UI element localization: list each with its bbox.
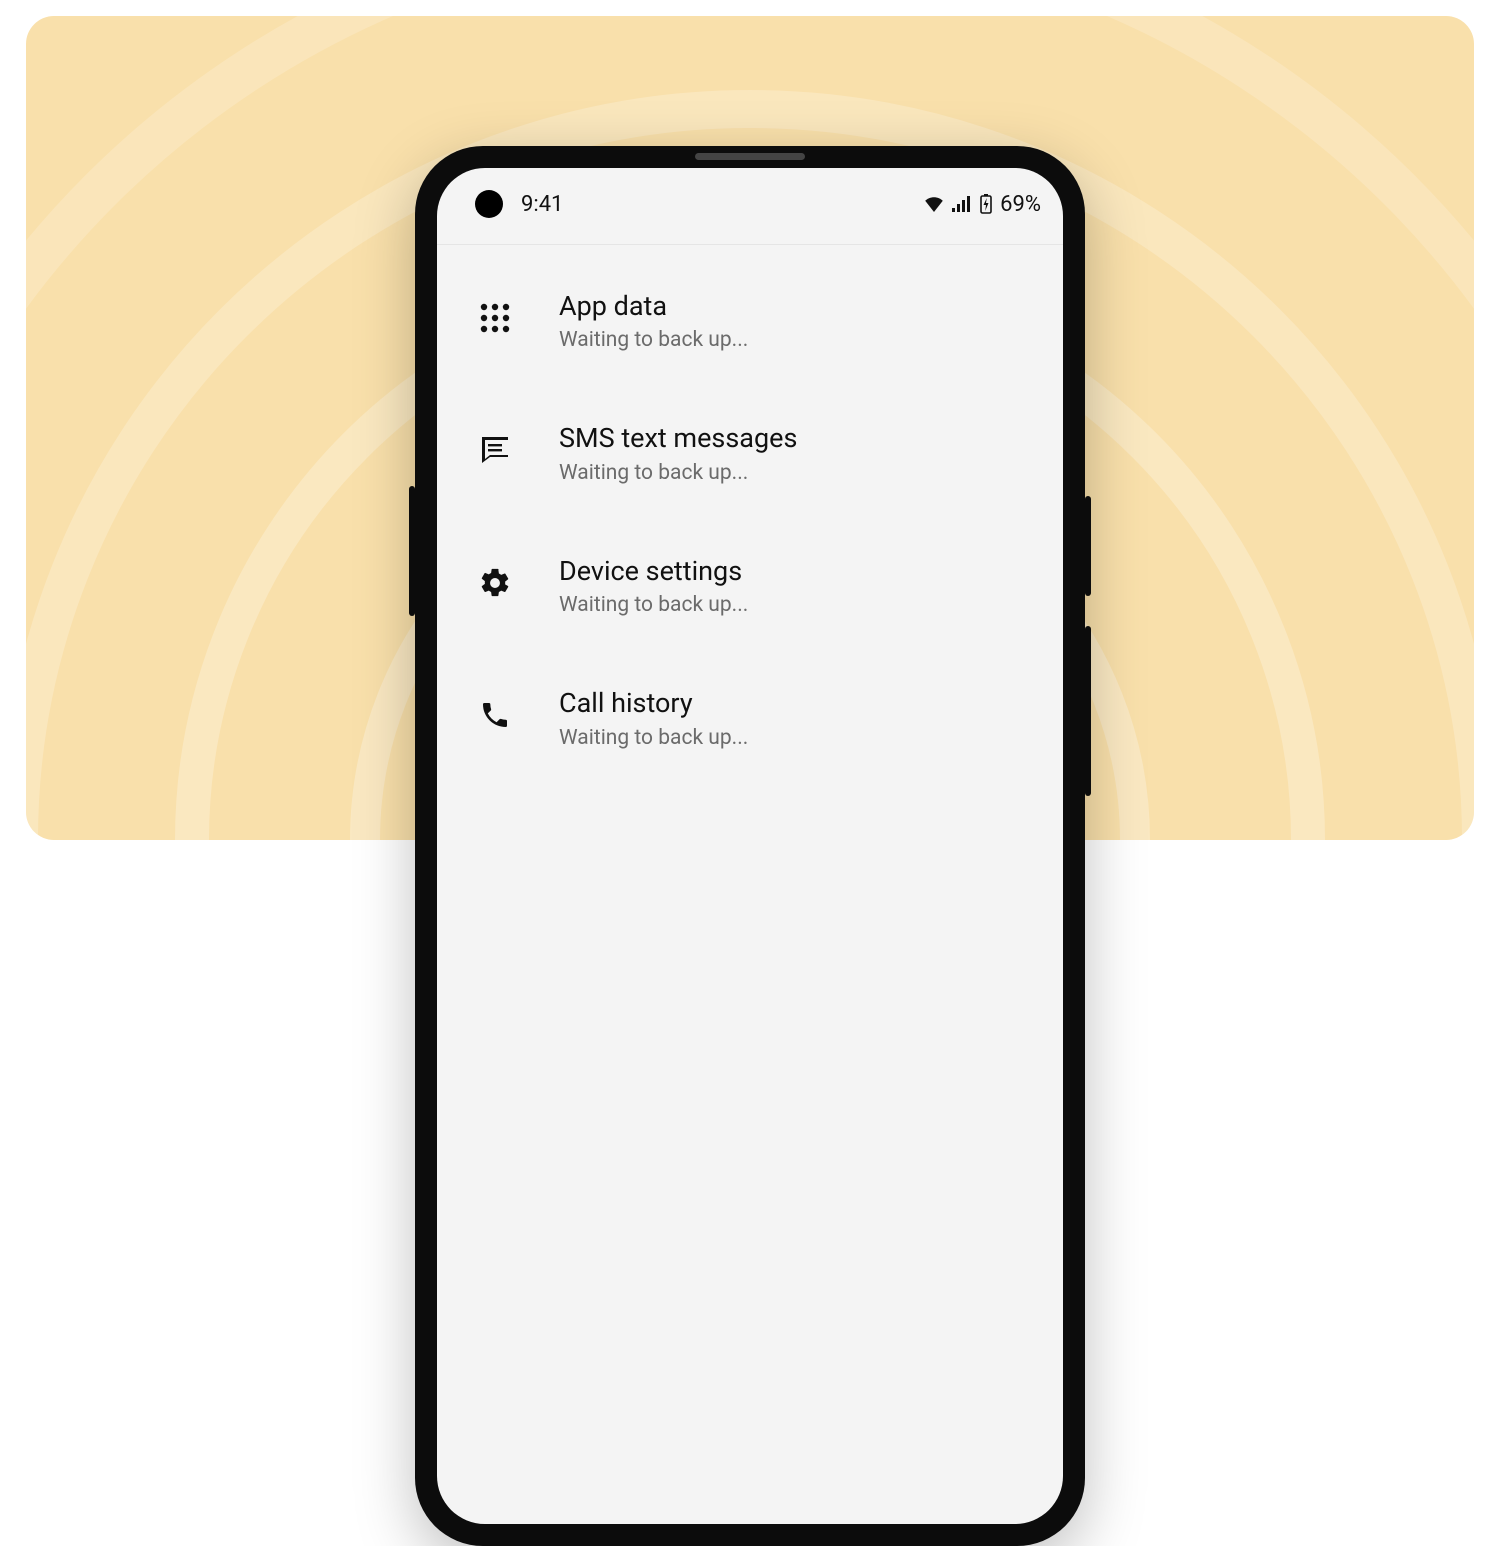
list-item-subtitle: Waiting to back up... bbox=[559, 461, 1029, 485]
list-item-call-history[interactable]: Call history Waiting to back up... bbox=[463, 665, 1037, 797]
phone-mockup: 9:41 bbox=[415, 146, 1085, 1546]
list-item-subtitle: Waiting to back up... bbox=[559, 328, 1029, 352]
apps-icon bbox=[471, 294, 519, 342]
battery-icon bbox=[980, 194, 992, 214]
backup-list: App data Waiting to back up... bbox=[437, 268, 1063, 798]
message-icon bbox=[471, 426, 519, 474]
phone-screen: 9:41 bbox=[437, 168, 1063, 1524]
list-item-title: SMS text messages bbox=[559, 422, 1029, 454]
status-time: 9:41 bbox=[521, 192, 563, 217]
list-item-title: Device settings bbox=[559, 555, 1029, 587]
front-camera bbox=[475, 190, 503, 218]
phone-icon bbox=[471, 691, 519, 739]
list-item-subtitle: Waiting to back up... bbox=[559, 726, 1029, 750]
phone-power-button bbox=[409, 486, 415, 616]
list-item-app-data[interactable]: App data Waiting to back up... bbox=[463, 268, 1037, 400]
list-item-subtitle: Waiting to back up... bbox=[559, 593, 1029, 617]
list-item-title: App data bbox=[559, 290, 1029, 322]
wifi-icon bbox=[924, 196, 944, 212]
list-item-device-settings[interactable]: Device settings Waiting to back up... bbox=[463, 533, 1037, 665]
header-divider bbox=[437, 244, 1063, 245]
cellular-signal-icon bbox=[952, 196, 972, 212]
list-item-sms[interactable]: SMS text messages Waiting to back up... bbox=[463, 400, 1037, 532]
status-bar: 9:41 bbox=[437, 168, 1063, 240]
phone-earpiece bbox=[695, 153, 805, 160]
settings-gear-icon bbox=[471, 559, 519, 607]
phone-volume-down-button bbox=[1085, 626, 1091, 796]
stage: 9:41 bbox=[0, 0, 1500, 856]
status-battery-text: 69% bbox=[1000, 192, 1041, 217]
phone-volume-up-button bbox=[1085, 496, 1091, 596]
list-item-title: Call history bbox=[559, 687, 1029, 719]
